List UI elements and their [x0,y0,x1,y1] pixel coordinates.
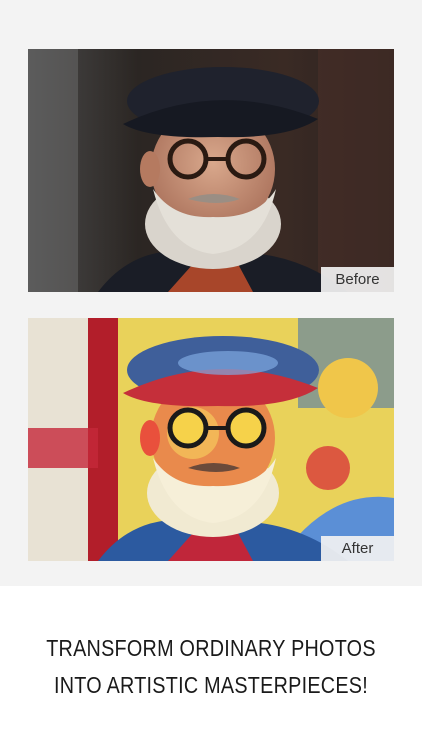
before-photo-illustration [28,49,394,292]
headline-line-1: TRANSFORM ORDINARY PHOTOS [46,635,376,661]
after-photo-illustration [28,318,394,561]
after-photo: After [28,318,394,561]
before-photo: Before [28,49,394,292]
after-label: After [321,536,394,561]
headline-line-2: INTO ARTISTIC MASTERPIECES! [53,672,368,698]
comparison-panel: Before After [0,0,422,586]
before-label: Before [321,267,394,292]
promo-headline: TRANSFORM ORDINARY PHOTOS INTO ARTISTIC … [30,630,393,704]
